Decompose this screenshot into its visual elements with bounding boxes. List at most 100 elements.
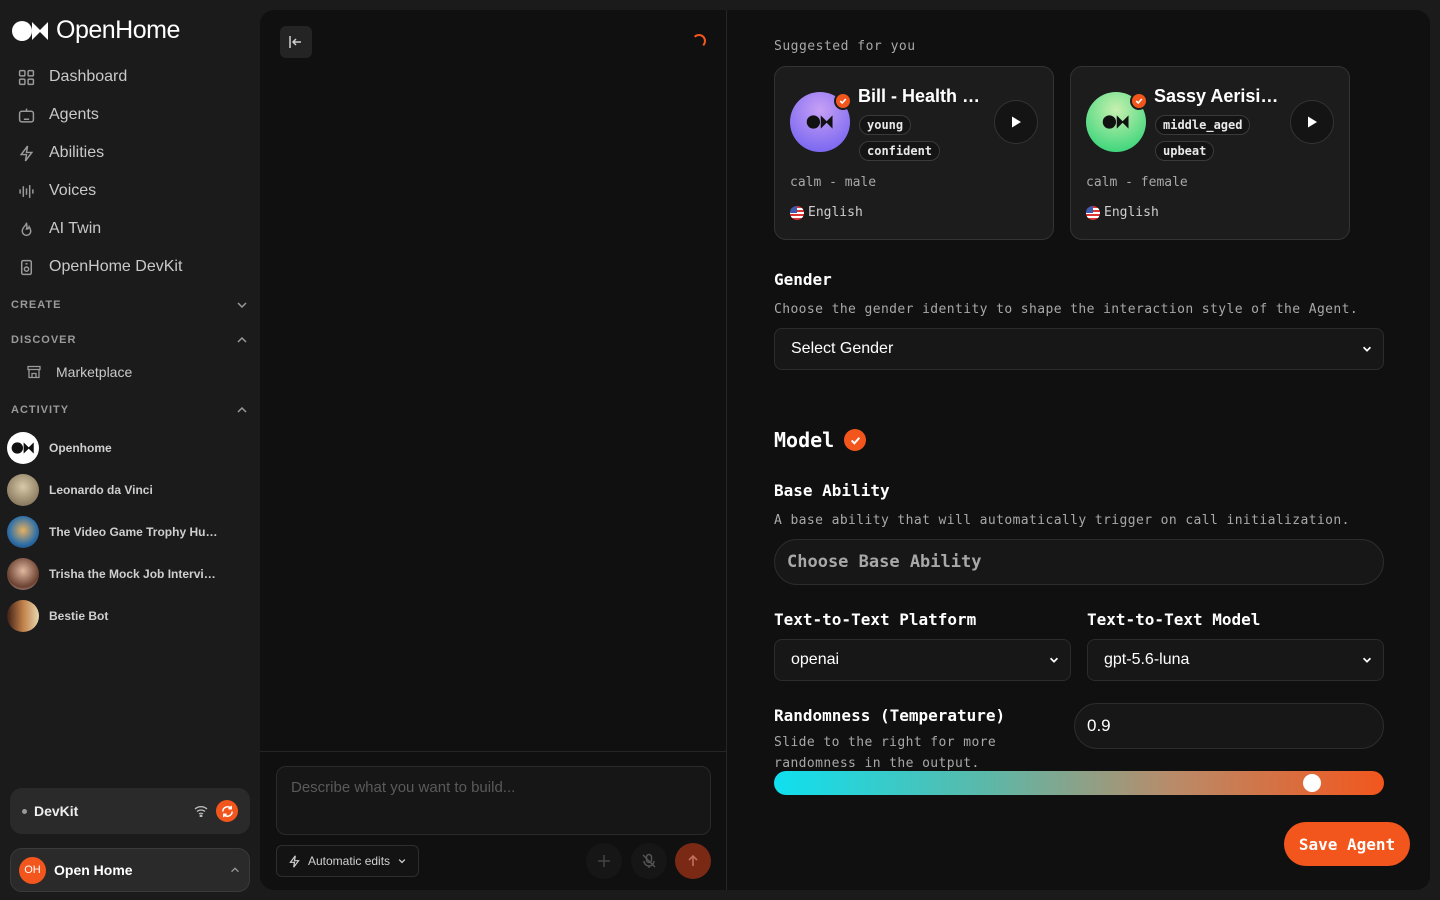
voice-tag: upbeat	[1155, 141, 1215, 161]
user-menu[interactable]: OH Open Home	[10, 848, 250, 892]
nav-abilities[interactable]: Abilities	[18, 141, 104, 165]
gender-title: Gender	[774, 270, 832, 289]
base-ability-input[interactable]: Choose Base Ability	[774, 539, 1384, 585]
grid-icon	[18, 69, 35, 85]
section-label: CREATE	[11, 299, 62, 311]
nav-devkit[interactable]: OpenHome DevKit	[18, 255, 182, 279]
voice-language: English	[1086, 205, 1159, 220]
openhome-logo-icon	[12, 20, 48, 41]
platform-title: Text-to-Text Platform	[774, 610, 977, 629]
verified-badge	[844, 429, 867, 451]
devkit-status[interactable]: DevKit	[10, 788, 250, 834]
chevron-down-icon	[1049, 657, 1059, 663]
avatar	[7, 516, 39, 548]
agent-config-panel: Suggested for you Bill - Health … young …	[728, 10, 1430, 890]
user-name: Open Home	[54, 862, 133, 878]
chevron-up-icon	[237, 336, 247, 343]
us-flag-icon	[790, 205, 804, 220]
sidebar: OpenHome Dashboard Agents Abilities Voic…	[0, 0, 260, 900]
save-agent-button[interactable]: Save Agent	[1284, 822, 1410, 866]
nav-ai-twin[interactable]: AI Twin	[18, 217, 101, 241]
model-select[interactable]: gpt-5.6-luna	[1087, 639, 1384, 681]
marketplace-label: Marketplace	[56, 364, 133, 380]
chat-composer: Describe what you want to build... Autom…	[260, 751, 727, 890]
section-discover[interactable]: DISCOVER	[11, 333, 249, 347]
sync-icon	[221, 805, 233, 817]
model-value: gpt-5.6-luna	[1104, 651, 1190, 668]
check-icon	[1135, 98, 1143, 105]
temperature-description: Slide to the right for more randomness i…	[774, 735, 997, 771]
activity-name: Leonardo da Vinci	[49, 483, 153, 497]
mic-off-icon	[642, 853, 656, 868]
prompt-input[interactable]: Describe what you want to build...	[276, 766, 711, 835]
section-create[interactable]: CREATE	[11, 298, 249, 312]
temperature-input[interactable]: 0.9	[1074, 703, 1384, 749]
activity-item[interactable]: Bestie Bot	[7, 600, 247, 632]
gender-description: Choose the gender identity to shape the …	[774, 302, 1359, 317]
check-icon	[850, 436, 860, 445]
waveform-icon	[19, 184, 34, 198]
nav-label: Abilities	[49, 144, 105, 161]
nav-label: Agents	[49, 106, 99, 123]
base-ability-title: Base Ability	[774, 481, 890, 500]
model-select-title: Text-to-Text Model	[1087, 610, 1261, 629]
chevron-down-icon	[1362, 346, 1372, 352]
sync-button[interactable]	[216, 800, 238, 822]
voice-card[interactable]: Sassy Aerisi… middle_aged upbeat calm - …	[1070, 66, 1350, 240]
collapse-panel-button[interactable]	[280, 26, 312, 58]
nav-agents[interactable]: Agents	[18, 103, 99, 127]
add-button[interactable]	[586, 843, 622, 879]
activity-name: Openhome	[49, 441, 112, 455]
temperature-slider[interactable]	[774, 771, 1384, 795]
nav-dashboard[interactable]: Dashboard	[18, 65, 127, 89]
devkit-label: DevKit	[34, 803, 79, 819]
voice-name: Sassy Aerisi…	[1154, 86, 1279, 106]
bolt-icon	[19, 145, 34, 161]
nav-label: OpenHome DevKit	[49, 258, 183, 275]
flame-icon	[21, 221, 32, 236]
automatic-edits-label: Automatic edits	[308, 854, 391, 868]
openhome-logo-icon	[806, 115, 833, 129]
play-button[interactable]	[994, 100, 1038, 144]
openhome-logo[interactable]: OpenHome	[12, 16, 180, 45]
bolt-icon	[289, 854, 300, 868]
model-title: Model	[774, 428, 835, 452]
section-label: DISCOVER	[11, 334, 77, 346]
temperature-title: Randomness (Temperature)	[774, 706, 1006, 725]
voice-card[interactable]: Bill - Health … young confident calm - m…	[774, 66, 1054, 240]
activity-name: The Video Game Trophy Hu…	[49, 525, 218, 539]
platform-select[interactable]: openai	[774, 639, 1071, 681]
slider-handle[interactable]	[1302, 774, 1321, 792]
avatar	[7, 558, 39, 590]
model-heading: Model	[774, 428, 867, 452]
send-button[interactable]	[675, 843, 711, 879]
nav-marketplace[interactable]: Marketplace	[26, 364, 132, 380]
activity-item[interactable]: The Video Game Trophy Hu…	[7, 516, 247, 548]
voice-description: calm - male	[790, 175, 877, 190]
openhome-logo-icon	[1102, 115, 1129, 129]
play-icon	[1308, 116, 1317, 128]
avatar	[7, 600, 39, 632]
nav-voices[interactable]: Voices	[18, 179, 96, 203]
check-icon	[839, 98, 847, 105]
chevron-down-icon	[398, 859, 406, 864]
activity-item[interactable]: Trisha the Mock Job Intervi…	[7, 558, 247, 590]
activity-item[interactable]: Leonardo da Vinci	[7, 474, 247, 506]
gender-select[interactable]: Select Gender	[774, 328, 1384, 370]
voice-name: Bill - Health …	[858, 86, 981, 106]
activity-item[interactable]: Openhome	[7, 432, 247, 464]
section-activity[interactable]: ACTIVITY	[11, 403, 249, 417]
voice-tag: confident	[859, 141, 941, 161]
base-ability-description: A base ability that will automatically t…	[774, 513, 1350, 528]
mic-button[interactable]	[631, 843, 667, 879]
nav-label: Voices	[49, 182, 97, 199]
logo-text: OpenHome	[56, 16, 180, 44]
voice-tag: middle_aged	[1155, 115, 1251, 135]
automatic-edits-dropdown[interactable]: Automatic edits	[276, 845, 420, 877]
plus-icon	[598, 855, 610, 867]
verified-badge	[1130, 92, 1148, 110]
nav-label: Dashboard	[49, 68, 128, 85]
loading-spinner	[692, 34, 706, 48]
voice-tag: young	[859, 115, 912, 135]
play-button[interactable]	[1290, 100, 1334, 144]
